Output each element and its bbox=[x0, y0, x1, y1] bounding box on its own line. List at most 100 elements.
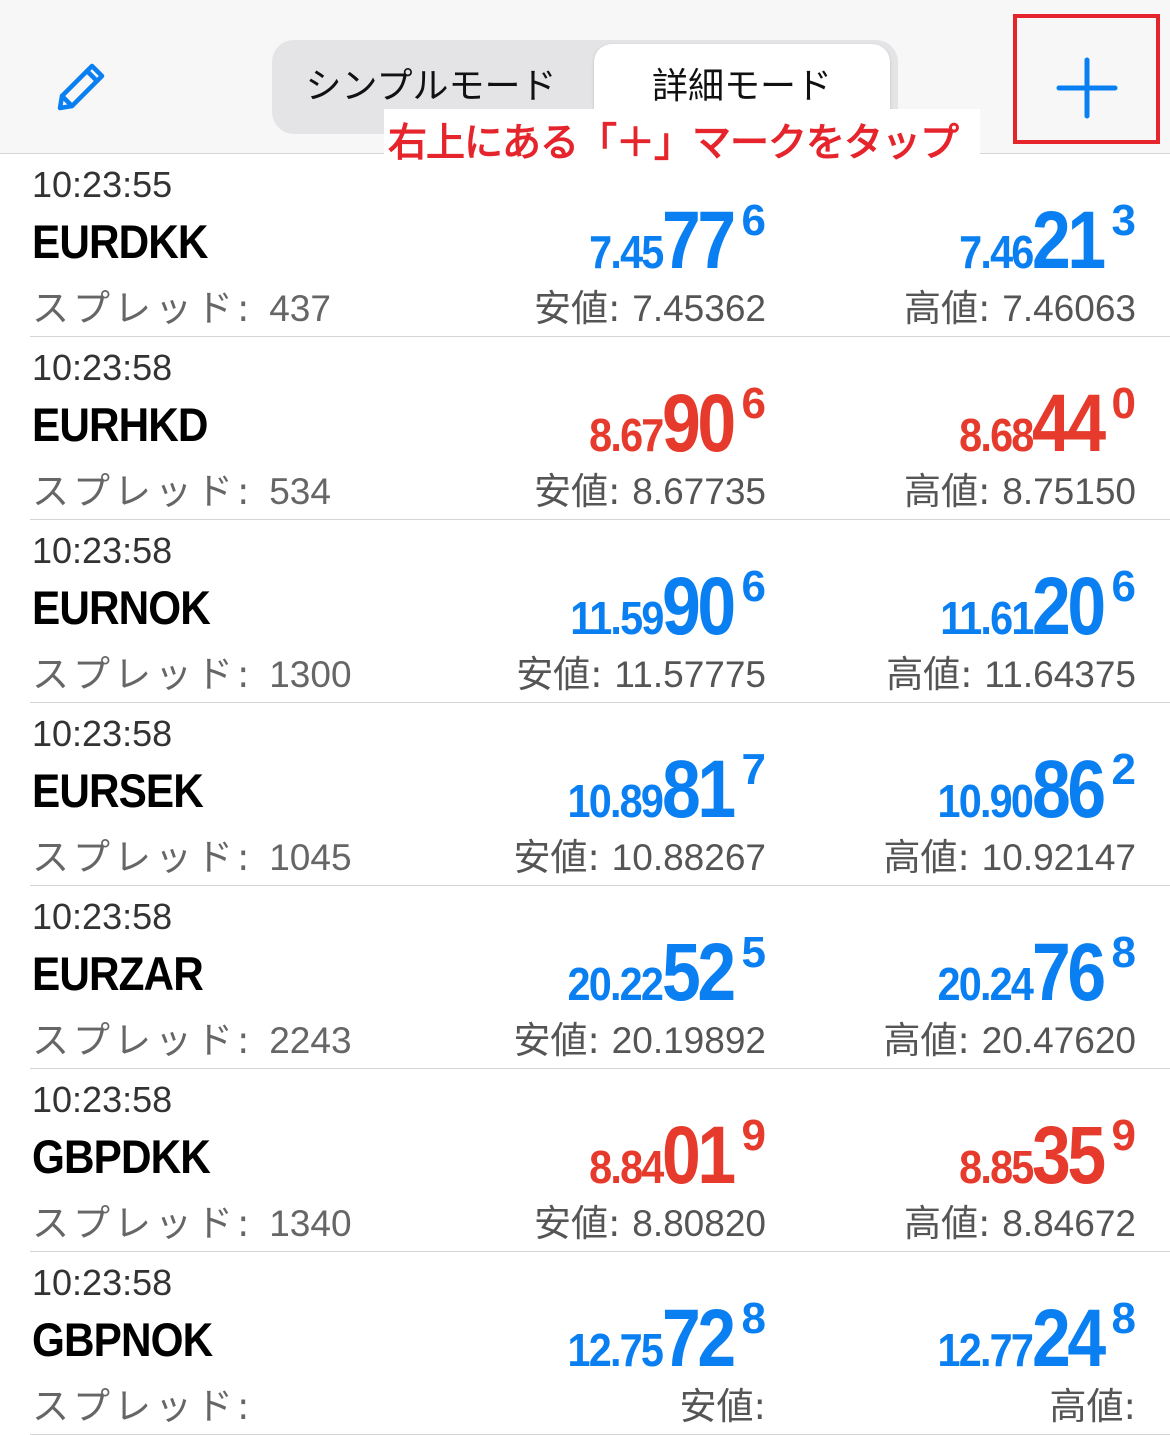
spread-text: スプレッド: 1045 bbox=[32, 827, 352, 881]
bid-price-fraction: 6 bbox=[741, 562, 766, 611]
ask-price-pips: 21 bbox=[1032, 195, 1106, 286]
bid-price[interactable]: 20.2252 5 bbox=[557, 926, 766, 1020]
ask-price[interactable]: 20.2476 8 bbox=[927, 926, 1136, 1020]
high-label: 高値: bbox=[883, 836, 982, 879]
quote-row[interactable]: 10:23:58 EURNOK スプレッド: 1300 11.5990 6 11.… bbox=[0, 520, 1170, 703]
ask-price-fraction: 6 bbox=[1111, 562, 1136, 611]
low-price: 安値: 20.19892 bbox=[513, 1010, 766, 1064]
bid-price[interactable]: 8.6790 6 bbox=[581, 377, 766, 471]
symbol-name: GBPNOK bbox=[32, 1313, 213, 1366]
high-value: 20.47620 bbox=[981, 1020, 1136, 1061]
bid-price[interactable]: 8.8401 9 bbox=[581, 1109, 766, 1203]
bid-price-pips: 72 bbox=[662, 1293, 736, 1384]
bid-price-major: 12.75 bbox=[567, 1324, 664, 1376]
symbol-name: EURZAR bbox=[32, 947, 204, 1000]
low-value: 10.88267 bbox=[611, 837, 766, 878]
low-price: 安値: 10.88267 bbox=[513, 827, 766, 881]
symbol-name: EURSEK bbox=[32, 764, 204, 817]
spread-text: スプレッド: 534 bbox=[32, 461, 331, 515]
ask-price[interactable]: 11.6120 6 bbox=[930, 560, 1136, 654]
high-label: 高値: bbox=[883, 1019, 982, 1062]
ask-price[interactable]: 10.9086 2 bbox=[927, 743, 1136, 837]
bid-price-pips: 52 bbox=[662, 927, 736, 1018]
quote-row[interactable]: 10:23:58 GBPDKK スプレッド: 1340 8.8401 9 8.85… bbox=[0, 1069, 1170, 1252]
high-label: 高値: bbox=[1049, 1385, 1136, 1428]
low-value: 8.67735 bbox=[632, 471, 766, 512]
pencil-icon bbox=[57, 63, 105, 111]
bid-price[interactable]: 7.4577 6 bbox=[581, 194, 766, 288]
high-label: 高値: bbox=[904, 287, 1003, 330]
quote-row[interactable]: 10:23:55 EURDKK スプレッド: 437 7.4577 6 7.462… bbox=[0, 154, 1170, 337]
spread-text: スプレッド: 437 bbox=[32, 278, 331, 332]
bid-price[interactable]: 10.8981 7 bbox=[557, 743, 766, 837]
ask-price-major: 8.68 bbox=[958, 409, 1034, 461]
high-price: 高値: 8.84672 bbox=[904, 1193, 1136, 1247]
high-price: 高値: 11.64375 bbox=[886, 644, 1136, 698]
bid-price-major: 7.45 bbox=[588, 226, 664, 278]
ask-price[interactable]: 8.6844 0 bbox=[951, 377, 1136, 471]
spread-text: スプレッド: 1300 bbox=[32, 644, 352, 698]
ask-price-fraction: 2 bbox=[1111, 745, 1136, 794]
low-label: 安値: bbox=[679, 1385, 766, 1428]
bid-price-pips: 01 bbox=[662, 1110, 736, 1201]
bid-price-pips: 77 bbox=[662, 195, 736, 286]
ask-price-fraction: 0 bbox=[1111, 379, 1136, 428]
ask-price[interactable]: 7.4621 3 bbox=[951, 194, 1136, 288]
low-label: 安値: bbox=[534, 1202, 633, 1245]
bid-price[interactable]: 11.5990 6 bbox=[560, 560, 766, 654]
symbol-name: EURNOK bbox=[32, 581, 211, 634]
bid-price-pips: 81 bbox=[662, 744, 736, 835]
spread-label: スプレッド: bbox=[32, 1385, 254, 1428]
ask-price-pips: 20 bbox=[1032, 561, 1106, 652]
bid-price-major: 8.84 bbox=[588, 1141, 664, 1193]
ask-price-pips: 44 bbox=[1032, 378, 1106, 469]
ask-price-pips: 24 bbox=[1032, 1293, 1106, 1384]
bid-price-fraction: 5 bbox=[741, 928, 766, 977]
bid-price[interactable]: 12.7572 8 bbox=[557, 1292, 766, 1386]
bid-price-fraction: 6 bbox=[741, 196, 766, 245]
spread-text: スプレッド: 2243 bbox=[32, 1010, 352, 1064]
quote-time: 10:23:58 bbox=[32, 347, 173, 388]
bid-price-pips: 90 bbox=[662, 561, 736, 652]
quote-row[interactable]: 10:23:58 GBPNOK スプレッド: 12.7572 8 12.7724 8… bbox=[0, 1252, 1170, 1435]
quote-time: 10:23:55 bbox=[32, 164, 173, 205]
bid-price-major: 20.22 bbox=[567, 958, 664, 1010]
high-value: 11.64375 bbox=[984, 654, 1136, 695]
high-label: 高値: bbox=[904, 470, 1003, 513]
spread-label: スプレッド: bbox=[32, 470, 270, 513]
ask-price-pips: 35 bbox=[1032, 1110, 1106, 1201]
spread-text: スプレッド: bbox=[32, 1376, 253, 1430]
quote-row[interactable]: 10:23:58 EURSEK スプレッド: 1045 10.8981 7 10.… bbox=[0, 703, 1170, 886]
bid-price-major: 10.89 bbox=[567, 775, 664, 827]
bid-price-major: 8.67 bbox=[588, 409, 664, 461]
bid-price-fraction: 7 bbox=[741, 745, 766, 794]
spread-value: 437 bbox=[269, 288, 331, 329]
bid-price-fraction: 9 bbox=[741, 1111, 766, 1160]
high-price: 高値: 20.47620 bbox=[883, 1010, 1136, 1064]
quote-time: 10:23:58 bbox=[32, 530, 173, 571]
ask-price[interactable]: 8.8535 9 bbox=[951, 1109, 1136, 1203]
edit-button[interactable] bbox=[48, 58, 112, 114]
spread-text: スプレッド: 1340 bbox=[32, 1193, 352, 1247]
low-value: 20.19892 bbox=[611, 1020, 766, 1061]
high-value: 10.92147 bbox=[981, 837, 1136, 878]
spread-label: スプレッド: bbox=[32, 836, 270, 879]
low-price: 安値: bbox=[680, 1376, 766, 1430]
quote-time: 10:23:58 bbox=[32, 1262, 173, 1303]
ask-price-major: 8.85 bbox=[958, 1141, 1034, 1193]
quotes-list[interactable]: 10:23:55 EURDKK スプレッド: 437 7.4577 6 7.462… bbox=[0, 154, 1170, 1435]
spread-value: 1300 bbox=[269, 654, 352, 695]
low-price: 安値: 8.80820 bbox=[534, 1193, 766, 1247]
high-price: 高値: 8.75150 bbox=[904, 461, 1136, 515]
bid-price-fraction: 6 bbox=[741, 379, 766, 428]
high-value: 8.84672 bbox=[1002, 1203, 1136, 1244]
low-price: 安値: 8.67735 bbox=[534, 461, 766, 515]
spread-label: スプレッド: bbox=[32, 653, 270, 696]
low-label: 安値: bbox=[513, 1019, 612, 1062]
spread-value: 534 bbox=[269, 471, 331, 512]
ask-price[interactable]: 12.7724 8 bbox=[927, 1292, 1136, 1386]
quote-row[interactable]: 10:23:58 EURHKD スプレッド: 534 8.6790 6 8.684… bbox=[0, 337, 1170, 520]
high-label: 高値: bbox=[886, 653, 985, 696]
quote-row[interactable]: 10:23:58 EURZAR スプレッド: 2243 20.2252 5 20.… bbox=[0, 886, 1170, 1069]
ask-price-major: 7.46 bbox=[958, 226, 1034, 278]
